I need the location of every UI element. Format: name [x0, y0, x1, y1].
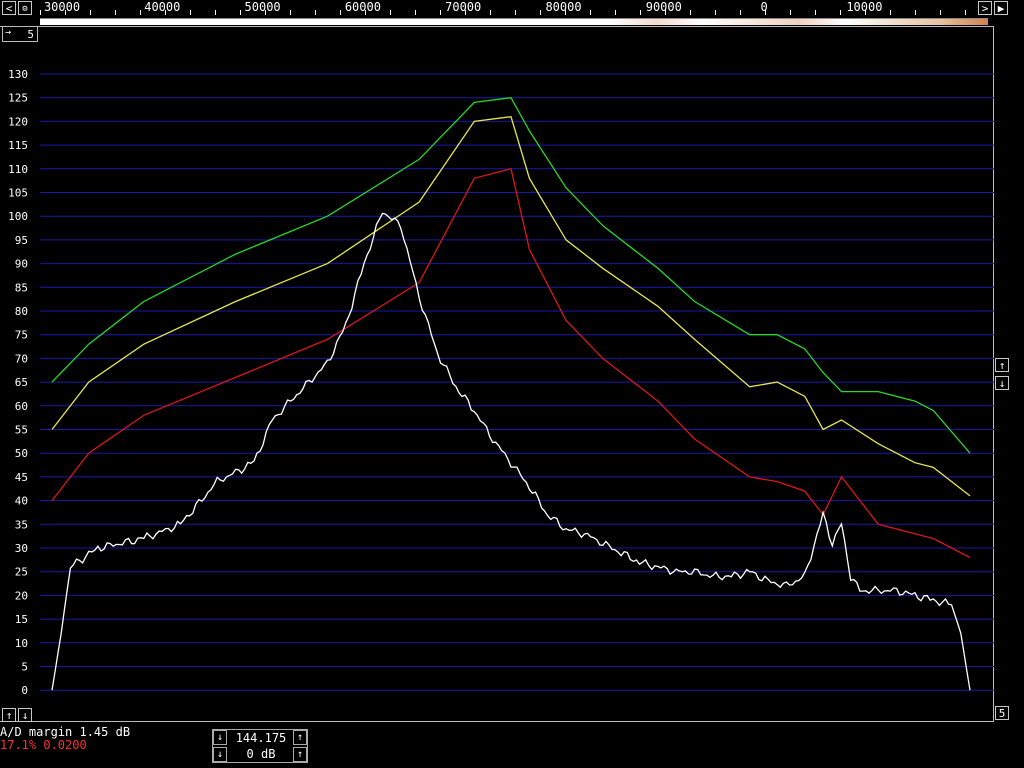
y-axis-label: 75 — [15, 329, 28, 342]
grid-lines — [40, 73, 994, 691]
spectrum-analyzer-window: < ⚙ 30000 40000 50000 60000 70000 80000 90000 0… — [0, 0, 1024, 768]
spectrum-plot[interactable]: 1301251201151101051009590858075706560555… — [0, 0, 1024, 768]
offset-up-button[interactable]: ↑ — [2, 708, 16, 722]
y-axis-label: 50 — [15, 447, 28, 460]
status-area: A/D margin 1.45 dB 17.1% 0.0200 — [0, 726, 130, 752]
y-axis-label: 100 — [8, 210, 28, 223]
y-axis-label: 90 — [15, 258, 28, 271]
gain-up-button[interactable]: ↑ — [293, 747, 307, 762]
frequency-control[interactable]: ↓ 144.175 ↑ ↓ 0 dB ↑ — [212, 729, 308, 763]
percent-text: 17.1% 0.0200 — [0, 738, 87, 752]
corner-marker-icon: → — [5, 27, 12, 38]
y-axis-label: 80 — [15, 305, 28, 318]
scale-up-button[interactable]: ↑ — [995, 358, 1009, 372]
y-axis-label: 15 — [15, 613, 28, 626]
spectrum-series-2 — [51, 168, 971, 559]
freq-up-button[interactable]: ↑ — [293, 730, 307, 745]
y-axis-label: 5 — [21, 661, 28, 674]
freq-down-button[interactable]: ↓ — [213, 730, 227, 745]
y-axis-label: 35 — [15, 518, 28, 531]
y-axis-label: 55 — [15, 424, 28, 437]
y-axis-label: 40 — [15, 495, 28, 508]
y-axis-label: 105 — [8, 187, 28, 200]
frequency-value[interactable]: 144.175 — [229, 731, 293, 746]
bottom-right-control[interactable]: 5 — [995, 706, 1009, 720]
y-axis-label: 85 — [15, 281, 28, 294]
y-axis-label: 45 — [15, 471, 28, 484]
y-axis-labels: 1301251201151101051009590858075706560555… — [8, 68, 28, 697]
spectrum-series-1 — [51, 115, 971, 497]
y-axis-label: 95 — [15, 234, 28, 247]
y-axis-label: 25 — [15, 566, 28, 579]
gain-down-button[interactable]: ↓ — [213, 747, 227, 762]
y-axis-label: 115 — [8, 139, 28, 152]
y-axis-label: 20 — [15, 589, 28, 602]
corner-control[interactable]: → 5 — [2, 26, 38, 42]
spectrum-series-0 — [51, 96, 971, 454]
y-axis-label: 120 — [8, 115, 28, 128]
y-axis-label: 70 — [15, 352, 28, 365]
y-axis-label: 125 — [8, 92, 28, 105]
y-axis-label: 65 — [15, 376, 28, 389]
y-axis-label: 130 — [8, 68, 28, 81]
gain-value[interactable]: 0 dB — [229, 747, 293, 762]
offset-down-button[interactable]: ↓ — [18, 708, 32, 722]
y-axis-label: 60 — [15, 400, 28, 413]
y-axis-label: 30 — [15, 542, 28, 555]
scale-down-button[interactable]: ↓ — [995, 376, 1009, 390]
y-axis-label: 110 — [8, 163, 28, 176]
y-axis-label: 0 — [21, 684, 28, 697]
spectrum-curves — [51, 96, 971, 691]
corner-value: 5 — [27, 28, 34, 41]
y-axis-label: 10 — [15, 637, 28, 650]
